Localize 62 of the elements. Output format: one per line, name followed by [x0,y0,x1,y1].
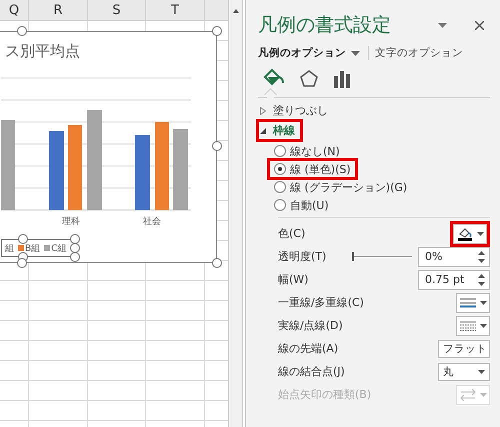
dash-type-button[interactable] [456,316,490,336]
legend-label: C組 [51,242,66,254]
resize-handle[interactable] [212,26,222,36]
property-label: 透明度(T) [278,249,328,264]
spin-arrows-icon [478,274,485,286]
radio-option[interactable]: 自動(U) [270,197,333,213]
radio-button[interactable] [274,145,286,157]
caret-icon [478,370,485,374]
property-label: 色(C) [278,226,306,241]
caret-icon [476,232,484,236]
pentagon-icon [299,69,319,89]
caret-icon [480,392,486,396]
resize-handle[interactable] [17,26,27,36]
radio-button[interactable] [274,163,286,175]
resize-handle[interactable] [212,258,222,268]
dropdown[interactable]: 丸 [438,362,490,380]
vertical-scrollbar[interactable] [228,0,243,427]
legend-label: B組 [25,242,40,254]
radio-button[interactable] [274,199,286,211]
dropdown[interactable]: フラット [438,340,490,358]
arrows-icon [460,388,476,400]
pen-color-icon [456,226,472,241]
lines-icon [460,298,476,308]
collapsed-triangle-icon [260,106,266,114]
property-label: 線の結合点(J) [278,364,346,379]
bar-chart-icon [333,70,351,88]
section-header[interactable]: 塗りつぶし [258,101,334,120]
property-label: 一重線/多重線(C) [278,295,365,310]
dropdown-arrow-icon[interactable] [438,22,447,28]
radio-button[interactable] [274,181,286,193]
spin-field[interactable]: 0.75 pt [418,270,490,290]
property-label: 始点矢印の種類(B) [278,387,372,402]
column-header[interactable]: R [29,0,88,20]
caret-icon [480,300,486,304]
caret-icon [480,324,486,328]
dashed-lines-icon [460,320,476,330]
radio-option[interactable]: 線 (単色)(S) [270,161,355,177]
tab[interactable]: 文字のオプション [375,44,463,62]
column-header[interactable]: Q [0,0,29,20]
pane-title: 凡例の書式設定 [258,13,392,38]
chart-title: ス別平均点 [5,42,80,61]
column-header[interactable]: S [88,0,146,20]
radio-option[interactable]: 線なし(N) [270,143,344,159]
category-label: 社会 [143,216,161,228]
property-label: 幅(W) [278,272,310,287]
property-label: 実線/点線(D) [278,318,344,333]
scroll-up-icon[interactable] [232,9,238,13]
section-header[interactable]: 枠線 [258,121,301,140]
caret-icon [351,50,360,56]
legend-label: 組 [5,242,14,254]
category-label: 理科 [62,216,80,228]
tab[interactable]: 凡例のオプション [258,44,360,62]
chart-area[interactable]: ス別平均点 理科 社会 組 B組 C組 [0,31,217,263]
expanded-triangle-icon [260,128,266,134]
spin-field[interactable]: 0% [418,246,490,266]
resize-handle[interactable] [212,141,222,151]
compound-type-button[interactable] [456,292,490,312]
property-label: 線の先端(A) [278,341,340,356]
spin-arrows-icon [478,250,485,262]
radio-option[interactable]: 線 (グラデーション)(G) [270,179,412,195]
column-header[interactable]: T [146,0,205,20]
close-icon[interactable] [475,20,484,30]
